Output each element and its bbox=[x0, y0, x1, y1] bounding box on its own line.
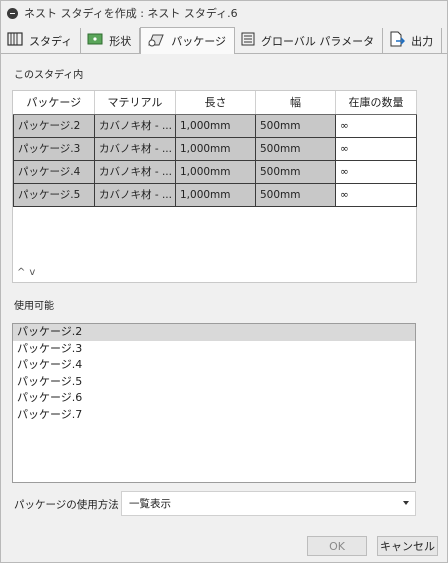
cell-qty[interactable]: ∞ bbox=[335, 136, 417, 161]
tab-study[interactable]: スタディ bbox=[1, 28, 82, 53]
cell-material[interactable]: カバノキ材 - ... bbox=[94, 136, 176, 161]
tab-bar: スタディ 形状 パッケージ グローバル パラメータ 出力 bbox=[1, 27, 447, 54]
cell-width: 500mm bbox=[255, 136, 336, 161]
in-study-label: このスタディ内 bbox=[14, 70, 84, 81]
global-params-icon bbox=[241, 32, 255, 49]
tab-package-label: パッケージ bbox=[171, 35, 227, 48]
cell-qty[interactable]: ∞ bbox=[335, 113, 417, 138]
list-item[interactable]: パッケージ.4 bbox=[13, 357, 415, 374]
available-label: 使用可能 bbox=[14, 301, 54, 312]
cell-package: パッケージ.4 bbox=[13, 159, 95, 184]
column-header-material[interactable]: マテリアル bbox=[94, 91, 176, 115]
chevron-down-icon bbox=[403, 501, 409, 505]
column-header-width[interactable]: 幅 bbox=[255, 91, 336, 115]
cell-package: パッケージ.2 bbox=[13, 113, 95, 138]
move-down-icon[interactable]: v bbox=[29, 267, 39, 278]
in-study-table-panel: パッケージ マテリアル 長さ 幅 在庫の数量 パッケージ.2 カバノキ材 - .… bbox=[12, 90, 417, 283]
reorder-controls: ^v bbox=[17, 267, 39, 278]
list-item[interactable]: パッケージ.5 bbox=[13, 374, 415, 391]
cancel-button[interactable]: キャンセル bbox=[377, 536, 438, 556]
column-header-package[interactable]: パッケージ bbox=[13, 91, 95, 115]
column-header-length[interactable]: 長さ bbox=[175, 91, 256, 115]
list-item[interactable]: パッケージ.2 bbox=[13, 324, 415, 341]
collapse-icon[interactable] bbox=[7, 7, 18, 19]
tab-output[interactable]: 出力 bbox=[383, 28, 443, 53]
cell-width: 500mm bbox=[255, 113, 336, 138]
tab-package[interactable]: パッケージ bbox=[140, 27, 236, 54]
available-package-list[interactable]: パッケージ.2 パッケージ.3 パッケージ.4 パッケージ.5 パッケージ.6 … bbox=[12, 323, 416, 483]
list-item[interactable]: パッケージ.7 bbox=[13, 407, 415, 424]
create-nest-study-dialog: ネスト スタディを作成 : ネスト スタディ.6 スタディ 形状 パッケージ グ… bbox=[0, 0, 448, 563]
table-row[interactable]: パッケージ.5 カバノキ材 - ... 1,000mm 500mm ∞ bbox=[13, 182, 417, 207]
list-item[interactable]: パッケージ.6 bbox=[13, 390, 415, 407]
cell-package: パッケージ.5 bbox=[13, 182, 95, 207]
shape-icon bbox=[87, 33, 103, 48]
title-bar: ネスト スタディを作成 : ネスト スタディ.6 bbox=[1, 1, 447, 25]
cell-material[interactable]: カバノキ材 - ... bbox=[94, 159, 176, 184]
cell-length: 1,000mm bbox=[175, 113, 256, 138]
move-up-icon[interactable]: ^ bbox=[17, 267, 29, 278]
ok-button[interactable]: OK bbox=[307, 536, 367, 556]
tab-shape[interactable]: 形状 bbox=[81, 28, 141, 53]
tab-output-label: 出力 bbox=[411, 34, 434, 48]
cell-width: 500mm bbox=[255, 182, 336, 207]
table-row[interactable]: パッケージ.4 カバノキ材 - ... 1,000mm 500mm ∞ bbox=[13, 159, 417, 184]
package-usage-label: パッケージの使用方法 bbox=[14, 499, 119, 511]
cell-length: 1,000mm bbox=[175, 159, 256, 184]
table-row[interactable]: パッケージ.2 カバノキ材 - ... 1,000mm 500mm ∞ bbox=[13, 113, 417, 138]
in-study-table: パッケージ マテリアル 長さ 幅 在庫の数量 パッケージ.2 カバノキ材 - .… bbox=[13, 91, 417, 207]
cell-width: 500mm bbox=[255, 159, 336, 184]
package-icon bbox=[147, 33, 165, 50]
cell-package: パッケージ.3 bbox=[13, 136, 95, 161]
table-header-row: パッケージ マテリアル 長さ 幅 在庫の数量 bbox=[13, 91, 417, 115]
column-header-qty[interactable]: 在庫の数量 bbox=[335, 91, 417, 115]
table-row[interactable]: パッケージ.3 カバノキ材 - ... 1,000mm 500mm ∞ bbox=[13, 136, 417, 161]
tab-study-label: スタディ bbox=[29, 34, 73, 48]
window-title: ネスト スタディを作成 : ネスト スタディ.6 bbox=[24, 7, 238, 20]
package-usage-dropdown[interactable]: 一覧表示 bbox=[121, 491, 416, 516]
package-usage-value: 一覧表示 bbox=[129, 498, 171, 510]
tab-shape-label: 形状 bbox=[109, 34, 132, 48]
study-icon bbox=[7, 32, 23, 49]
cell-qty[interactable]: ∞ bbox=[335, 159, 417, 184]
cell-material[interactable]: カバノキ材 - ... bbox=[94, 182, 176, 207]
cell-length: 1,000mm bbox=[175, 182, 256, 207]
cell-material[interactable]: カバノキ材 - ... bbox=[94, 113, 176, 138]
list-item[interactable]: パッケージ.3 bbox=[13, 341, 415, 358]
tab-global-params[interactable]: グローバル パラメータ bbox=[235, 28, 384, 53]
tab-global-params-label: グローバル パラメータ bbox=[261, 34, 375, 48]
cell-qty[interactable]: ∞ bbox=[335, 182, 417, 207]
cell-length: 1,000mm bbox=[175, 136, 256, 161]
output-icon bbox=[389, 31, 406, 50]
